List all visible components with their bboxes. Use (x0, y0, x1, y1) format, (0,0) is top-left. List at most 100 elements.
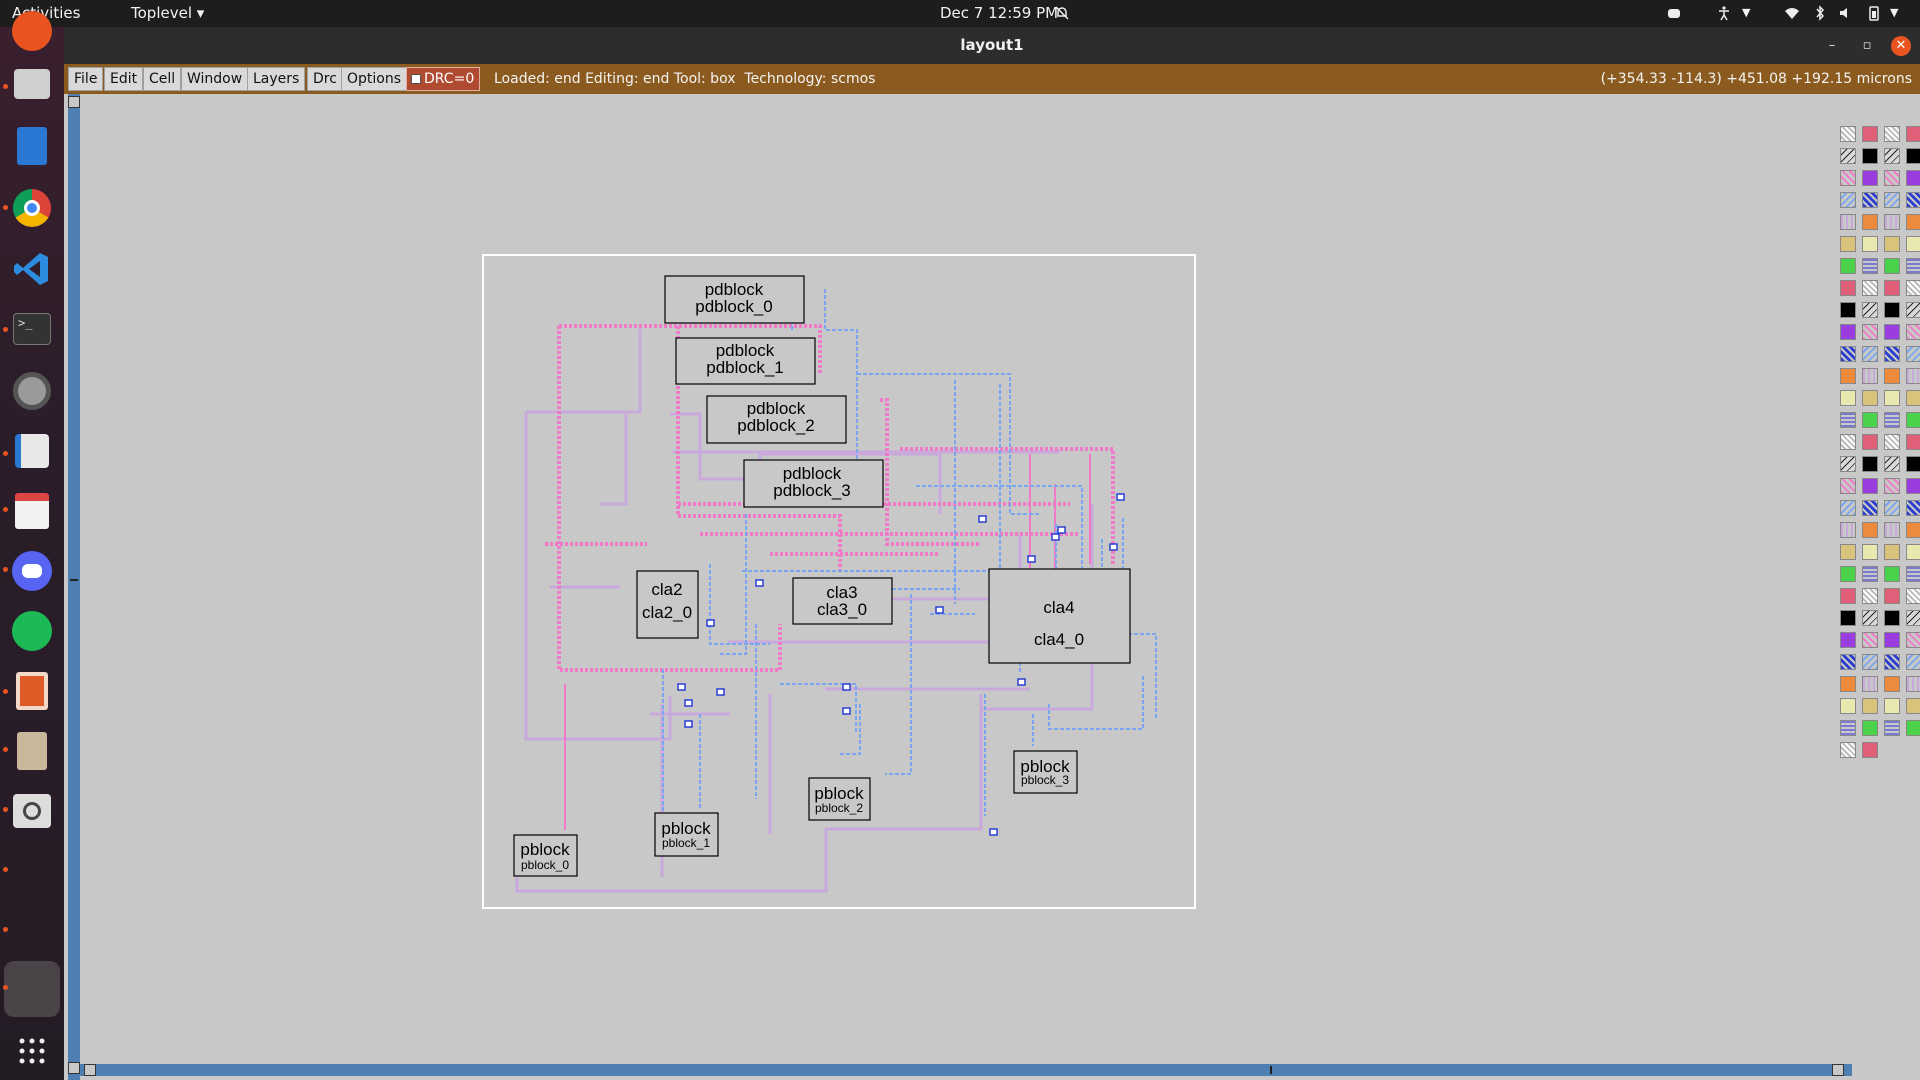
layer-swatch[interactable] (1862, 192, 1878, 208)
layer-swatch[interactable] (1862, 588, 1878, 604)
terminal-icon[interactable]: >_ (8, 305, 56, 353)
layer-swatch[interactable] (1840, 148, 1856, 164)
layer-swatch[interactable] (1862, 522, 1878, 538)
layer-swatch[interactable] (1862, 214, 1878, 230)
layer-swatch[interactable] (1884, 148, 1900, 164)
layer-swatch[interactable] (1862, 478, 1878, 494)
layer-swatch[interactable] (1840, 478, 1856, 494)
layer-swatch[interactable] (1862, 720, 1878, 736)
layer-swatch[interactable] (1884, 170, 1900, 186)
layer-swatch[interactable] (1884, 368, 1900, 384)
layer-swatch[interactable] (1862, 302, 1878, 318)
layer-swatch[interactable] (1884, 412, 1900, 428)
accessibility-dropdown-icon[interactable]: ▼ (1742, 6, 1750, 19)
chrome-icon[interactable] (8, 184, 56, 232)
layer-swatch[interactable] (1840, 522, 1856, 538)
layer-swatch[interactable] (1862, 148, 1878, 164)
layer-swatch[interactable] (1840, 456, 1856, 472)
layer-swatch[interactable] (1840, 610, 1856, 626)
scroll-down-button[interactable] (68, 1062, 80, 1074)
layer-swatch[interactable] (1906, 632, 1920, 648)
close-button[interactable]: ✕ (1891, 36, 1911, 56)
layer-swatch[interactable] (1906, 214, 1920, 230)
layer-swatch[interactable] (1862, 258, 1878, 274)
layer-swatch[interactable] (1840, 302, 1856, 318)
layer-swatch[interactable] (1862, 698, 1878, 714)
volume-icon[interactable] (1838, 5, 1854, 21)
magnifier-icon[interactable] (8, 787, 56, 835)
layer-swatch[interactable] (1862, 654, 1878, 670)
layer-swatch[interactable] (1906, 500, 1920, 516)
layer-swatch[interactable] (1906, 148, 1920, 164)
battery-icon[interactable] (1866, 5, 1882, 21)
layer-swatch[interactable] (1884, 346, 1900, 362)
layer-swatch[interactable] (1862, 544, 1878, 560)
scroll-up-button[interactable] (68, 96, 80, 108)
layer-swatch[interactable] (1840, 676, 1856, 692)
layer-swatch[interactable] (1840, 390, 1856, 406)
layer-swatch[interactable] (1906, 588, 1920, 604)
layer-swatch[interactable] (1906, 346, 1920, 362)
accessibility-icon[interactable] (1716, 5, 1732, 21)
layer-swatch[interactable] (1862, 676, 1878, 692)
horizontal-scrollbar[interactable] (80, 1064, 1852, 1076)
layer-swatch[interactable] (1840, 346, 1856, 362)
layer-swatch[interactable] (1884, 280, 1900, 296)
layer-swatch[interactable] (1840, 280, 1856, 296)
vertical-scroll-thumb[interactable] (70, 579, 78, 581)
maximize-button[interactable]: ▫ (1857, 36, 1877, 56)
layer-swatch[interactable] (1862, 368, 1878, 384)
layer-swatch[interactable] (1840, 368, 1856, 384)
layer-swatch[interactable] (1884, 632, 1900, 648)
layer-swatch[interactable] (1884, 126, 1900, 142)
clock[interactable]: Dec 7 12:59 PM (940, 4, 1058, 22)
layer-swatch[interactable] (1862, 632, 1878, 648)
bluetooth-icon[interactable] (1812, 5, 1828, 21)
menu-file[interactable]: File (68, 67, 104, 91)
writer-icon[interactable] (8, 122, 56, 170)
layer-swatch[interactable] (1884, 214, 1900, 230)
layer-swatch[interactable] (1840, 324, 1856, 340)
layer-swatch[interactable] (1906, 720, 1920, 736)
vscode-icon[interactable] (8, 245, 56, 293)
app-menu[interactable]: Toplevel ▾ (131, 4, 204, 22)
horizontal-scroll-thumb[interactable] (1270, 1066, 1272, 1074)
app-icon[interactable] (8, 7, 56, 55)
layer-swatch[interactable] (1884, 720, 1900, 736)
layer-swatch[interactable] (1840, 214, 1856, 230)
menu-window[interactable]: Window (181, 67, 249, 91)
scroll-right-button[interactable] (1832, 1064, 1844, 1076)
layer-swatch[interactable] (1906, 280, 1920, 296)
layer-swatch[interactable] (1906, 478, 1920, 494)
layer-swatch[interactable] (1840, 170, 1856, 186)
layer-swatch[interactable] (1906, 236, 1920, 252)
layout-drawing[interactable]: pdblock pdblock_0 pdblock pdblock_1 pdbl… (80, 94, 1832, 1064)
layer-swatch[interactable] (1840, 126, 1856, 142)
layer-swatch[interactable] (1906, 302, 1920, 318)
active-window-icon[interactable] (4, 961, 60, 1017)
layer-swatch[interactable] (1906, 676, 1920, 692)
layer-swatch[interactable] (1884, 676, 1900, 692)
layer-swatch[interactable] (1884, 390, 1900, 406)
layer-swatch[interactable] (1884, 522, 1900, 538)
layer-swatch[interactable] (1840, 588, 1856, 604)
layer-swatch[interactable] (1862, 742, 1878, 758)
layer-swatch[interactable] (1862, 324, 1878, 340)
discord-icon[interactable] (8, 547, 56, 595)
layer-swatch[interactable] (1884, 588, 1900, 604)
layer-swatch[interactable] (1840, 500, 1856, 516)
layer-swatch[interactable] (1884, 434, 1900, 450)
menu-options[interactable]: Options (341, 67, 408, 91)
layer-swatch[interactable] (1906, 126, 1920, 142)
app-grid-icon[interactable] (8, 1027, 56, 1075)
layer-swatch[interactable] (1906, 412, 1920, 428)
layer-swatch[interactable] (1906, 698, 1920, 714)
menu-edit[interactable]: Edit (104, 67, 144, 91)
layer-swatch[interactable] (1862, 236, 1878, 252)
spotify-icon[interactable] (8, 607, 56, 655)
layout-canvas[interactable]: pdblock pdblock_0 pdblock pdblock_1 pdbl… (80, 94, 1832, 1064)
layer-swatch[interactable] (1840, 236, 1856, 252)
layer-swatch[interactable] (1884, 456, 1900, 472)
layer-swatch[interactable] (1906, 368, 1920, 384)
layer-swatch[interactable] (1840, 698, 1856, 714)
